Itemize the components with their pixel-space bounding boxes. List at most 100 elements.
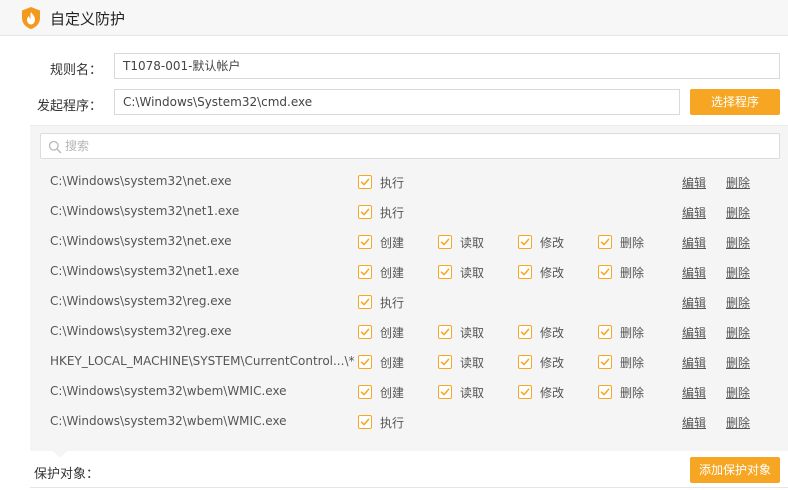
- edit-link[interactable]: 编辑: [682, 294, 706, 311]
- rule-row: C:\Windows\system32\net1.exe 创建 读取 修改 删除 编辑 删除: [30, 257, 788, 287]
- checkbox-checked-icon[interactable]: [598, 355, 612, 369]
- edit-link[interactable]: 编辑: [682, 354, 706, 371]
- rule-path: C:\Windows\system32\reg.exe: [50, 294, 232, 308]
- delete-link[interactable]: 删除: [726, 174, 750, 191]
- rule-row: HKEY_LOCAL_MACHINE\SYSTEM\CurrentControl…: [30, 347, 788, 377]
- initiator-label: 发起程序：: [36, 99, 102, 114]
- permission-label: 执行: [380, 176, 405, 190]
- checkbox-checked-icon[interactable]: [358, 415, 372, 429]
- search-input[interactable]: [65, 134, 765, 158]
- permission-label: 删除: [620, 386, 645, 400]
- add-protect-object-button[interactable]: 添加保护对象: [690, 457, 780, 483]
- rule-row: C:\Windows\system32\reg.exe 创建 读取 修改 删除 编辑 删除: [30, 317, 788, 347]
- checkbox-checked-icon[interactable]: [358, 175, 372, 189]
- rule-row: C:\Windows\system32\net.exe 创建 读取 修改 删除 编辑 删除: [30, 227, 788, 257]
- rule-row: C:\Windows\system32\wbem\WMIC.exe 执行 编辑 删除: [30, 407, 788, 437]
- permission-label: 创建: [380, 236, 405, 250]
- permission-label: 修改: [540, 356, 565, 370]
- permission-label: 读取: [460, 356, 485, 370]
- permission-label: 修改: [540, 386, 565, 400]
- panel-pointer: [52, 450, 68, 458]
- checkbox-checked-icon[interactable]: [518, 355, 532, 369]
- checkbox-checked-icon[interactable]: [598, 385, 612, 399]
- permission-label: 读取: [460, 236, 485, 250]
- delete-link[interactable]: 删除: [726, 234, 750, 251]
- permission-label: 执行: [380, 296, 405, 310]
- search-icon: [48, 140, 62, 154]
- permission-label: 删除: [620, 266, 645, 280]
- rule-list: C:\Windows\system32\net.exe 执行 编辑 删除 C:\Wind…: [30, 167, 788, 437]
- delete-link[interactable]: 删除: [726, 414, 750, 431]
- rule-name-label: 规则名：: [49, 63, 102, 78]
- rule-path: HKEY_LOCAL_MACHINE\SYSTEM\CurrentControl…: [50, 354, 355, 368]
- checkbox-checked-icon[interactable]: [518, 325, 532, 339]
- permission-label: 创建: [380, 386, 405, 400]
- permission-label: 删除: [620, 356, 645, 370]
- checkbox-checked-icon[interactable]: [518, 235, 532, 249]
- rule-name-input[interactable]: T1078-001-默认帐户: [114, 53, 780, 79]
- rule-row: C:\Windows\system32\wbem\WMIC.exe 创建 读取 修改 删…: [30, 377, 788, 407]
- delete-link[interactable]: 删除: [726, 384, 750, 401]
- rule-row: C:\Windows\system32\net.exe 执行 编辑 删除: [30, 167, 788, 197]
- checkbox-checked-icon[interactable]: [438, 265, 452, 279]
- permission-label: 执行: [380, 206, 405, 220]
- permission-label: 创建: [380, 266, 405, 280]
- delete-link[interactable]: 删除: [726, 294, 750, 311]
- rule-path: C:\Windows\system32\wbem\WMIC.exe: [50, 414, 287, 428]
- checkbox-checked-icon[interactable]: [518, 385, 532, 399]
- permission-label: 读取: [460, 326, 485, 340]
- flame-shield-icon: [22, 7, 40, 29]
- rule-path: C:\Windows\system32\net1.exe: [50, 264, 240, 278]
- edit-link[interactable]: 编辑: [682, 324, 706, 341]
- edit-link[interactable]: 编辑: [682, 174, 706, 191]
- permission-label: 修改: [540, 326, 565, 340]
- checkbox-checked-icon[interactable]: [358, 235, 372, 249]
- delete-link[interactable]: 删除: [726, 264, 750, 281]
- checkbox-checked-icon[interactable]: [358, 205, 372, 219]
- rule-path: C:\Windows\system32\net.exe: [50, 174, 232, 188]
- checkbox-checked-icon[interactable]: [598, 325, 612, 339]
- rule-path: C:\Windows\system32\net.exe: [50, 234, 232, 248]
- permission-label: 删除: [620, 236, 645, 250]
- checkbox-checked-icon[interactable]: [358, 265, 372, 279]
- rules-panel: C:\Windows\system32\net.exe执行编辑删除C:\Wind…: [30, 125, 788, 451]
- permission-label: 执行: [380, 416, 405, 430]
- permission-label: 读取: [460, 386, 485, 400]
- select-program-button[interactable]: 选择程序: [690, 89, 780, 115]
- edit-link[interactable]: 编辑: [682, 234, 706, 251]
- bottom-divider: [30, 487, 788, 488]
- rule-path: C:\Windows\system32\wbem\WMIC.exe: [50, 384, 287, 398]
- window-title: 自定义防护: [50, 10, 126, 28]
- initiator-input[interactable]: C:\Windows\System32\cmd.exe: [114, 89, 680, 115]
- checkbox-checked-icon[interactable]: [438, 385, 452, 399]
- permission-label: 读取: [460, 266, 485, 280]
- edit-link[interactable]: 编辑: [682, 264, 706, 281]
- rule-row: C:\Windows\system32\reg.exe 执行 编辑 删除: [30, 287, 788, 317]
- permission-label: 修改: [540, 236, 565, 250]
- edit-link[interactable]: 编辑: [682, 414, 706, 431]
- checkbox-checked-icon[interactable]: [518, 265, 532, 279]
- rule-path: C:\Windows\system32\reg.exe: [50, 324, 232, 338]
- edit-link[interactable]: 编辑: [682, 204, 706, 221]
- permission-label: 创建: [380, 326, 405, 340]
- delete-link[interactable]: 删除: [726, 324, 750, 341]
- checkbox-checked-icon[interactable]: [358, 355, 372, 369]
- permission-label: 创建: [380, 356, 405, 370]
- delete-link[interactable]: 删除: [726, 204, 750, 221]
- search-box[interactable]: [40, 133, 780, 159]
- checkbox-checked-icon[interactable]: [438, 325, 452, 339]
- delete-link[interactable]: 删除: [726, 354, 750, 371]
- checkbox-checked-icon[interactable]: [358, 295, 372, 309]
- rule-row: C:\Windows\system32\net1.exe 执行 编辑 删除: [30, 197, 788, 227]
- checkbox-checked-icon[interactable]: [598, 235, 612, 249]
- permission-label: 修改: [540, 266, 565, 280]
- permission-label: 删除: [620, 326, 645, 340]
- checkbox-checked-icon[interactable]: [438, 235, 452, 249]
- checkbox-checked-icon[interactable]: [358, 325, 372, 339]
- checkbox-checked-icon[interactable]: [598, 265, 612, 279]
- edit-link[interactable]: 编辑: [682, 384, 706, 401]
- protect-object-label: 保护对象：: [34, 467, 100, 482]
- title-bar: 自定义防护: [0, 0, 788, 36]
- checkbox-checked-icon[interactable]: [438, 355, 452, 369]
- checkbox-checked-icon[interactable]: [358, 385, 372, 399]
